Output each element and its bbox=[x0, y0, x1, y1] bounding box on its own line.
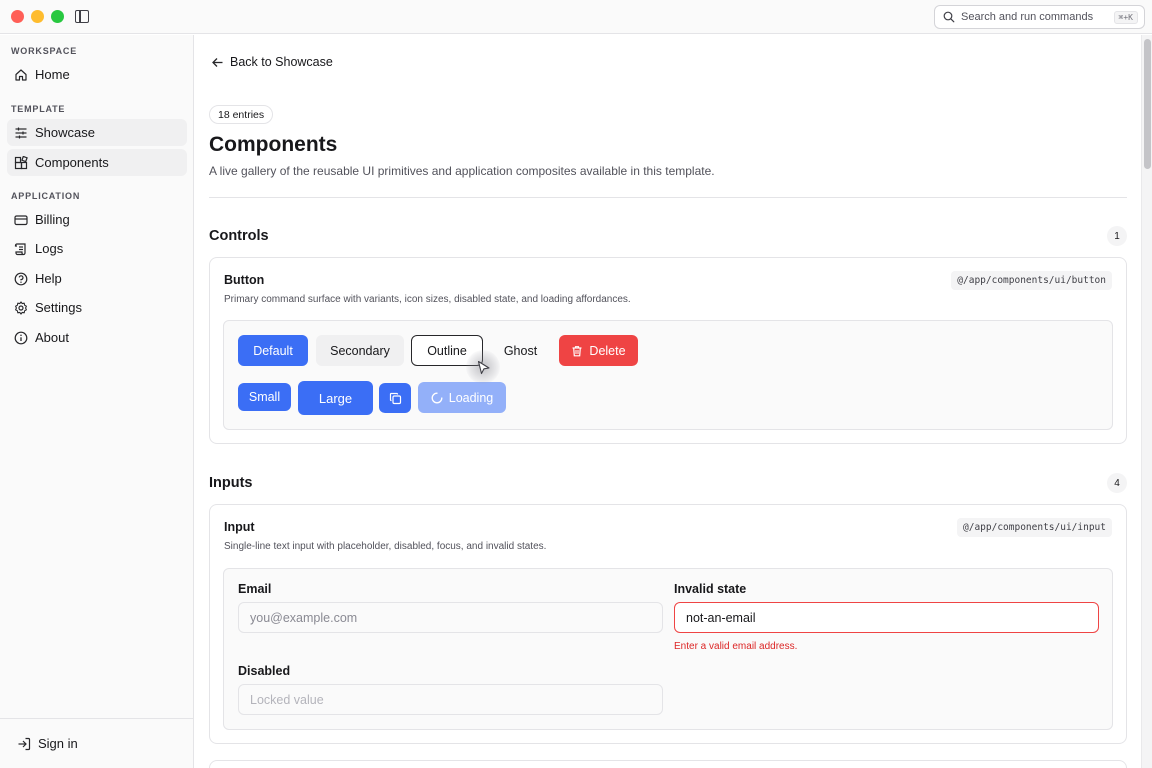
sidebar-item-components[interactable]: Components bbox=[7, 149, 187, 176]
sign-in-label: Sign in bbox=[38, 736, 78, 751]
home-icon bbox=[14, 68, 28, 82]
card-title: Input bbox=[224, 520, 255, 534]
search-icon bbox=[943, 11, 955, 23]
scrollbar-thumb[interactable] bbox=[1144, 39, 1151, 169]
invalid-email-field[interactable]: not-an-email bbox=[674, 602, 1099, 633]
close-window-button[interactable] bbox=[11, 10, 24, 23]
email-field[interactable]: you@example.com bbox=[238, 602, 663, 633]
loading-button: Loading bbox=[418, 382, 506, 413]
input-demo-area: Email you@example.com Invalid state not-… bbox=[223, 568, 1113, 730]
sidebar-item-label: Billing bbox=[35, 212, 70, 227]
divider bbox=[209, 197, 1127, 198]
large-button[interactable]: Large bbox=[298, 381, 373, 415]
invalid-state-label: Invalid state bbox=[674, 582, 747, 596]
entries-badge: 18 entries bbox=[209, 105, 274, 124]
sidebar-item-logs[interactable]: Logs bbox=[7, 235, 187, 262]
sidebar-item-label: Components bbox=[35, 155, 109, 170]
sidebar-item-help[interactable]: Help bbox=[7, 265, 187, 292]
mouse-cursor bbox=[466, 350, 500, 384]
section-count-controls: 1 bbox=[1107, 226, 1127, 246]
sidebar-item-label: Home bbox=[35, 67, 70, 82]
component-path: @/app/components/ui/input bbox=[957, 518, 1112, 537]
sliders-icon bbox=[14, 126, 28, 140]
sidebar-item-label: Showcase bbox=[35, 125, 95, 140]
input-card: Input Single-line text input with placeh… bbox=[209, 504, 1127, 744]
sidebar-toggle-icon[interactable] bbox=[75, 10, 89, 23]
zoom-window-button[interactable] bbox=[51, 10, 64, 23]
secondary-button[interactable]: Secondary bbox=[316, 335, 404, 366]
trash-icon bbox=[572, 345, 582, 356]
sidebar-item-label: About bbox=[35, 330, 69, 345]
info-icon bbox=[14, 331, 28, 345]
sidebar-item-label: Logs bbox=[35, 241, 64, 256]
section-count-inputs: 4 bbox=[1107, 473, 1127, 493]
title-bar: Search and run commands ⌘+K bbox=[0, 0, 1152, 34]
small-button[interactable]: Small bbox=[238, 383, 291, 411]
page-description: A live gallery of the reusable UI primit… bbox=[209, 164, 715, 178]
next-card bbox=[209, 760, 1127, 768]
sidebar-group-application: APPLICATION bbox=[11, 191, 81, 201]
card-description: Single-line text input with placeholder,… bbox=[224, 541, 547, 552]
disabled-field: Locked value bbox=[238, 684, 663, 715]
button-demo-area: Default Secondary Outline Ghost Delete S… bbox=[223, 320, 1113, 430]
email-label: Email bbox=[238, 582, 272, 596]
scroll-icon bbox=[14, 242, 28, 256]
section-title-controls: Controls bbox=[209, 228, 269, 244]
sidebar-item-settings[interactable]: Settings bbox=[7, 294, 187, 321]
credit-card-icon bbox=[14, 213, 28, 227]
sidebar-item-about[interactable]: About bbox=[7, 324, 187, 351]
card-title: Button bbox=[224, 273, 265, 287]
search-placeholder: Search and run commands bbox=[961, 11, 1094, 23]
pointer-icon bbox=[477, 360, 490, 375]
sidebar-item-label: Help bbox=[35, 271, 62, 286]
sidebar-group-template: TEMPLATE bbox=[11, 104, 66, 114]
copy-icon bbox=[389, 392, 401, 404]
sidebar-item-showcase[interactable]: Showcase bbox=[7, 119, 187, 146]
card-description: Primary command surface with variants, i… bbox=[224, 294, 631, 305]
sign-in-icon bbox=[18, 737, 31, 750]
help-circle-icon bbox=[14, 272, 28, 286]
default-button[interactable]: Default bbox=[238, 335, 308, 366]
loading-label: Loading bbox=[448, 390, 494, 405]
main-content: Back to Showcase 18 entries Components A… bbox=[195, 35, 1141, 768]
command-search[interactable]: Search and run commands ⌘+K bbox=[934, 5, 1145, 29]
back-label: Back to Showcase bbox=[230, 55, 333, 69]
sidebar-item-billing[interactable]: Billing bbox=[7, 206, 187, 233]
delete-button[interactable]: Delete bbox=[559, 335, 638, 366]
sidebar-item-label: Settings bbox=[35, 300, 82, 315]
button-card: Button Primary command surface with vari… bbox=[209, 257, 1127, 444]
sign-in-button[interactable]: Sign in bbox=[17, 736, 78, 751]
section-title-inputs: Inputs bbox=[209, 475, 253, 491]
arrow-left-icon bbox=[212, 57, 223, 67]
components-icon bbox=[14, 155, 28, 170]
sidebar-item-home[interactable]: Home bbox=[7, 61, 187, 88]
minimize-window-button[interactable] bbox=[31, 10, 44, 23]
component-path: @/app/components/ui/button bbox=[951, 271, 1112, 290]
gear-icon bbox=[14, 300, 28, 315]
disabled-label: Disabled bbox=[238, 664, 291, 678]
sidebar: WORKSPACE Home TEMPLATE Showcase Compone… bbox=[0, 35, 194, 768]
copy-icon-button[interactable] bbox=[379, 383, 411, 413]
sidebar-group-workspace: WORKSPACE bbox=[11, 46, 78, 56]
page-title: Components bbox=[209, 133, 338, 156]
scrollbar[interactable] bbox=[1141, 35, 1152, 768]
back-link[interactable]: Back to Showcase bbox=[211, 55, 333, 69]
delete-label: Delete bbox=[589, 343, 626, 358]
shortcut-hint: ⌘+K bbox=[1113, 10, 1138, 24]
error-message: Enter a valid email address. bbox=[674, 641, 798, 652]
sidebar-footer: Sign in bbox=[0, 718, 193, 768]
spinner-icon bbox=[431, 392, 443, 403]
